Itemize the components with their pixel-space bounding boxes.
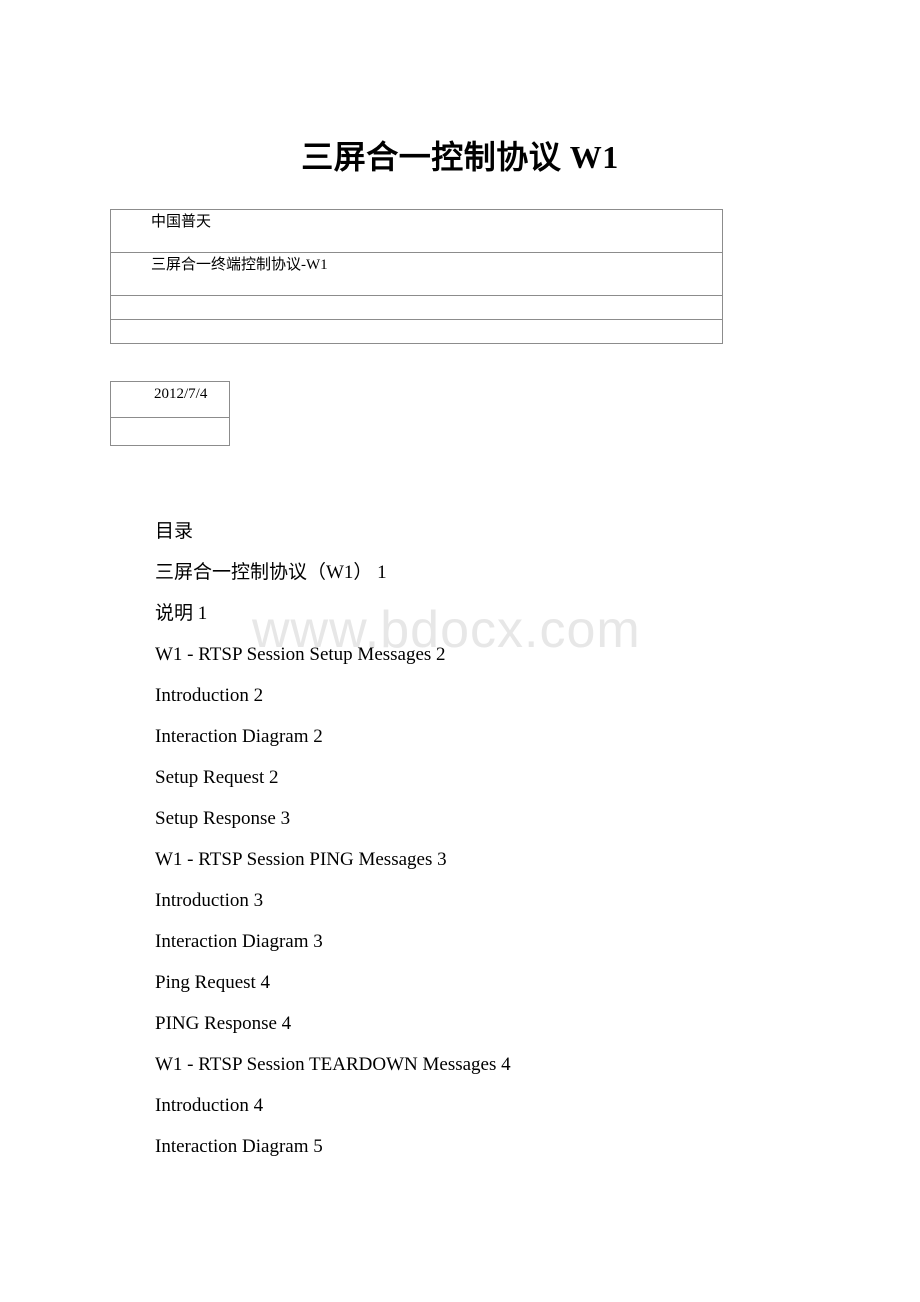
table-row: 中国普天 (110, 209, 723, 253)
header-info-table: 中国普天 三屏合一终端控制协议-W1 (110, 209, 723, 344)
table-of-contents: 目录 三屏合一控制协议（W1） 1 说明 1 W1 - RTSP Session… (155, 522, 855, 1156)
toc-entry-4[interactable]: Interaction Diagram 2 (155, 727, 855, 746)
table-row: 2012/7/4 (110, 381, 230, 418)
table-row (110, 319, 723, 344)
document-page: 三屏合一控制协议 W1 中国普天 三屏合一终端控制协议-W1 2012/7/4 (0, 0, 920, 1302)
date-cell: 2012/7/4 (110, 381, 230, 418)
table-row: 三屏合一终端控制协议-W1 (110, 252, 723, 296)
info-cell-empty-2 (110, 319, 723, 344)
toc-entry-0[interactable]: 三屏合一控制协议（W1） 1 (155, 563, 855, 582)
table-row (110, 295, 723, 320)
toc-entry-12[interactable]: W1 - RTSP Session TEARDOWN Messages 4 (155, 1055, 855, 1074)
page-title: 三屏合一控制协议 W1 (301, 139, 619, 175)
info-cell-subtitle: 三屏合一终端控制协议-W1 (110, 252, 723, 296)
info-cell-company: 中国普天 (110, 209, 723, 253)
info-cell-empty-1 (110, 295, 723, 320)
toc-entry-2[interactable]: W1 - RTSP Session Setup Messages 2 (155, 645, 855, 664)
toc-heading: 目录 (155, 521, 194, 542)
date-cell-empty (110, 417, 230, 446)
toc-entry-11[interactable]: PING Response 4 (155, 1014, 855, 1033)
date-table: 2012/7/4 (110, 381, 230, 446)
toc-entry-6[interactable]: Setup Response 3 (155, 809, 855, 828)
table-row (110, 417, 230, 446)
toc-entry-10[interactable]: Ping Request 4 (155, 973, 855, 992)
toc-entry-13[interactable]: Introduction 4 (155, 1096, 855, 1115)
toc-entry-8[interactable]: Introduction 3 (155, 891, 855, 910)
toc-entry-1[interactable]: 说明 1 (155, 604, 855, 623)
toc-entry-7[interactable]: W1 - RTSP Session PING Messages 3 (155, 850, 855, 869)
toc-entry-14[interactable]: Interaction Diagram 5 (155, 1137, 855, 1156)
toc-entry-3[interactable]: Introduction 2 (155, 686, 855, 705)
toc-entry-5[interactable]: Setup Request 2 (155, 768, 855, 787)
toc-entry-9[interactable]: Interaction Diagram 3 (155, 932, 855, 951)
